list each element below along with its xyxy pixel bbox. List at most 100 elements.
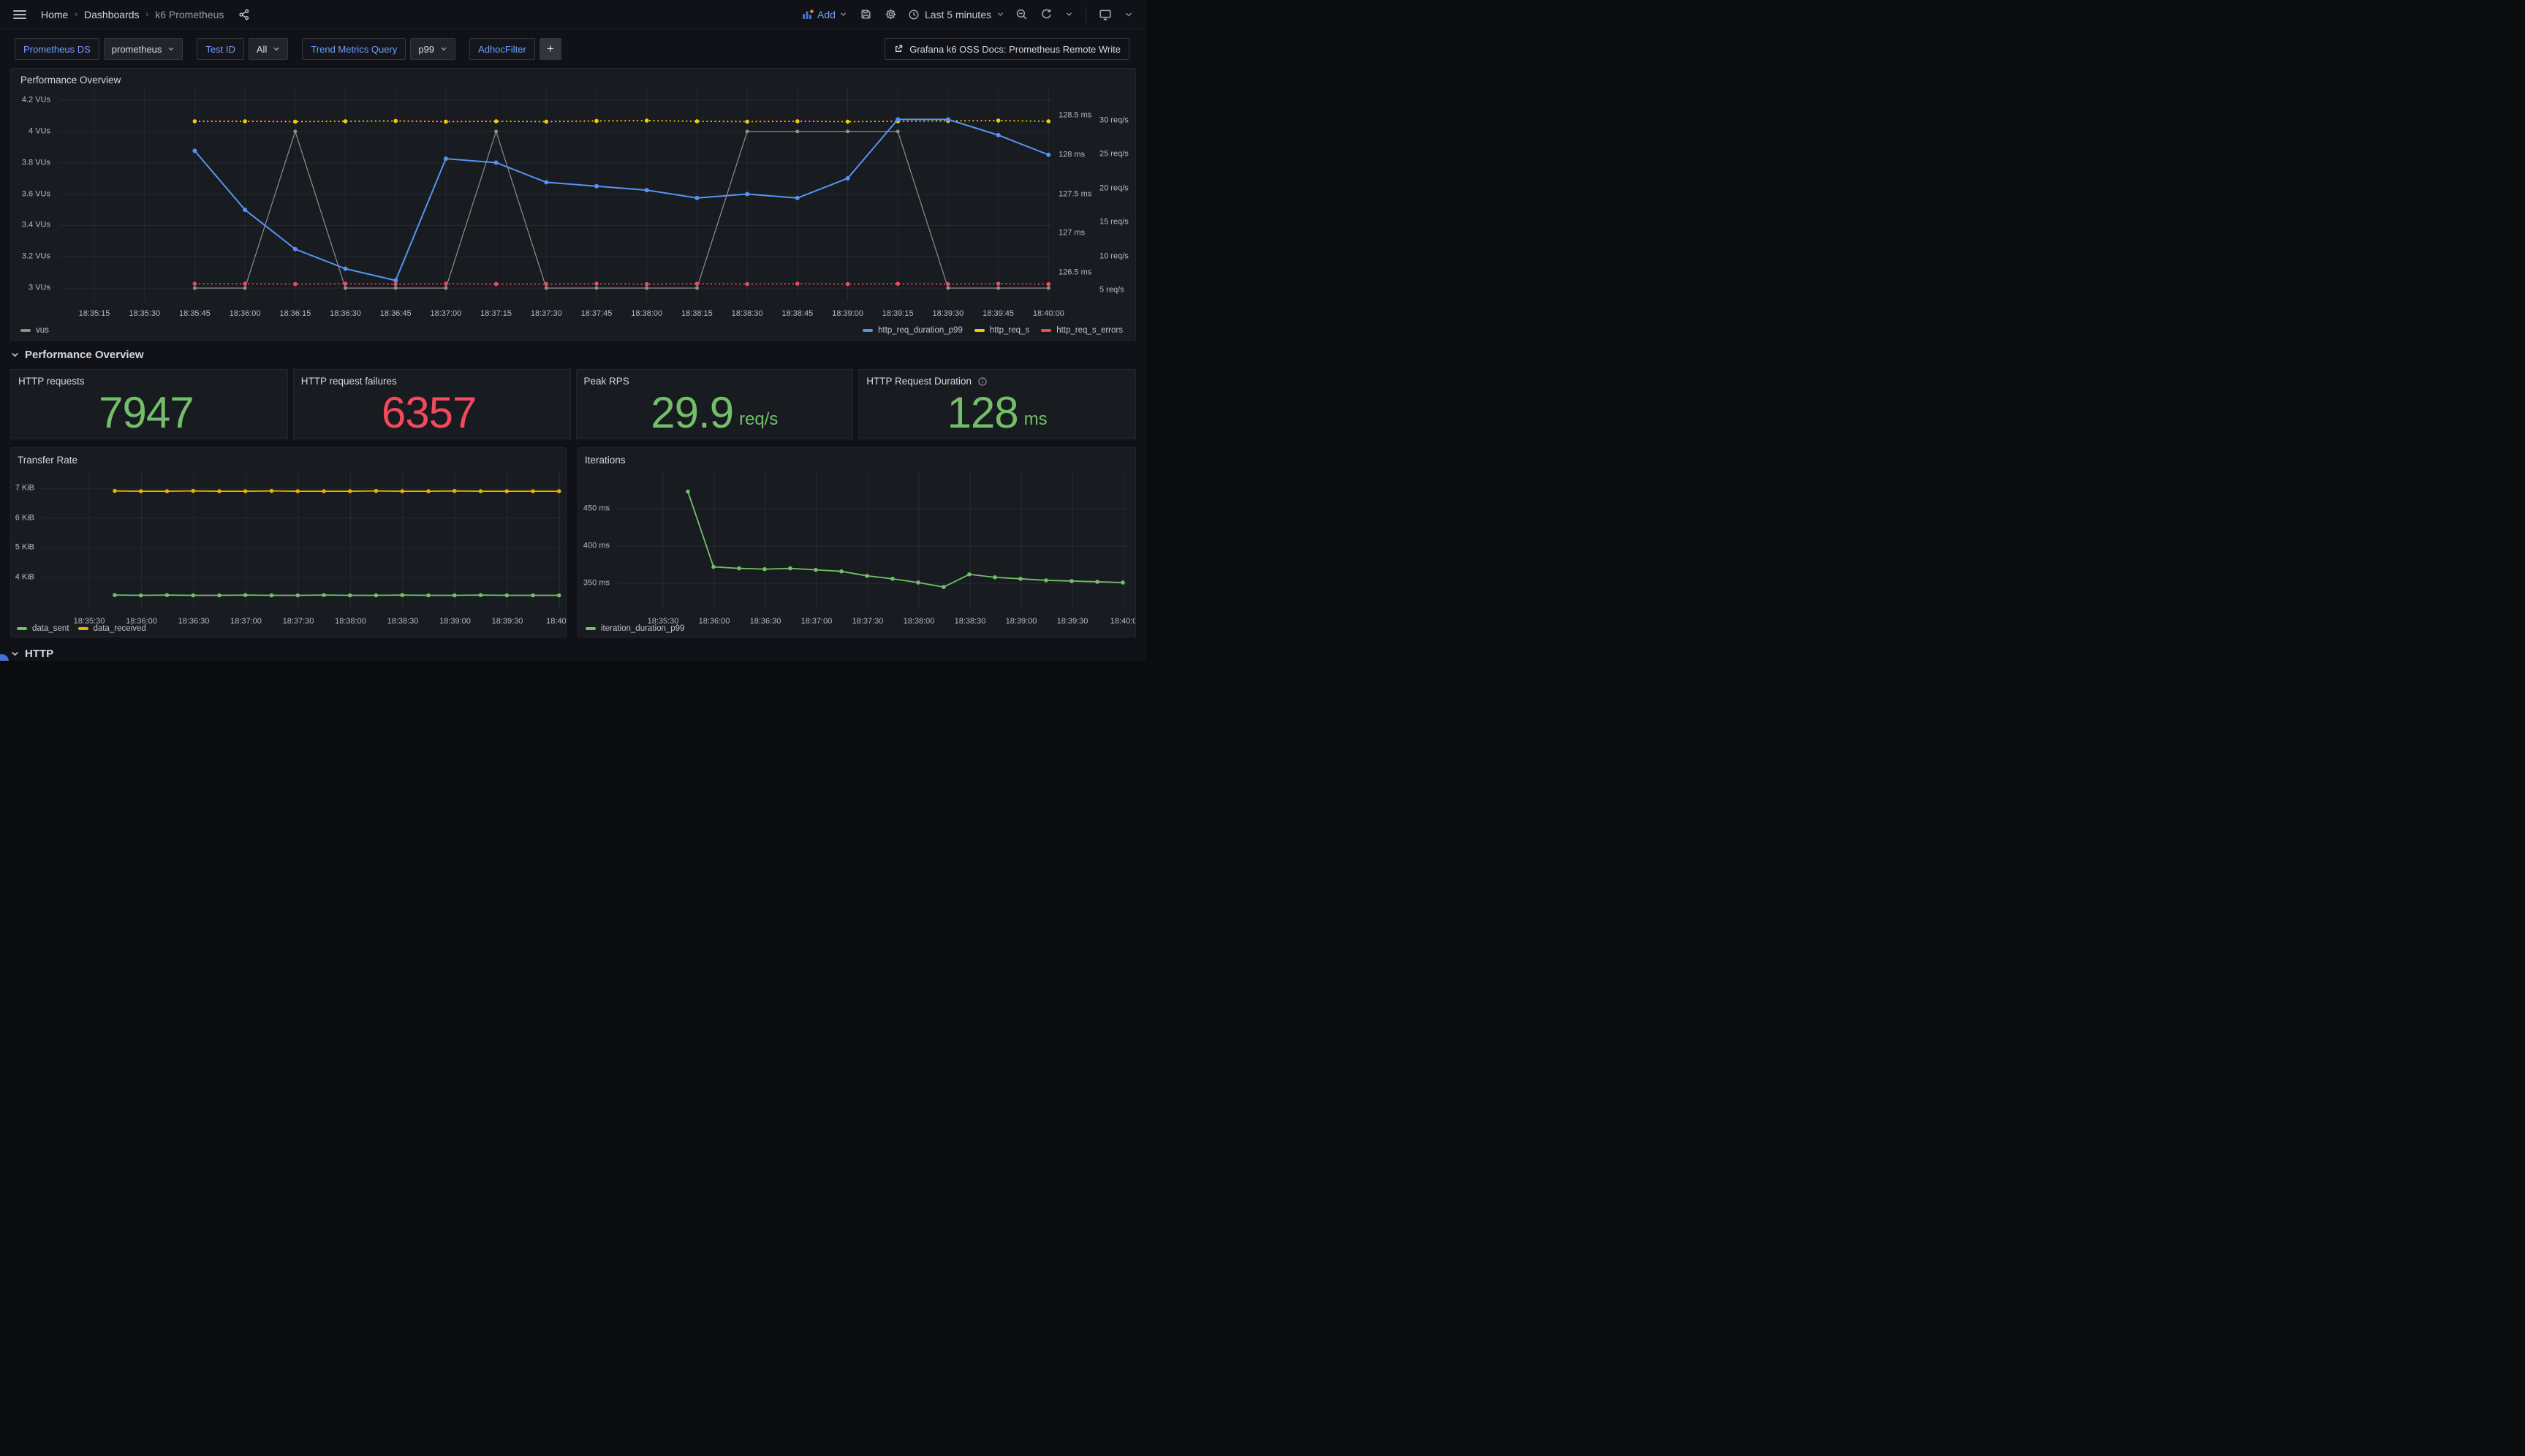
y-tick-label: 25 req/s [1099, 151, 1129, 159]
x-tick-label: 18:37:00 [230, 618, 262, 626]
y-tick-label: 3.2 VUs [22, 253, 50, 261]
stats-row: HTTP requests 7947 HTTP request failures… [10, 369, 1136, 439]
chart-canvas[interactable] [11, 448, 567, 637]
x-tick-label: 18:39:00 [1006, 618, 1037, 626]
variable-value-dropdown[interactable]: p99 [410, 38, 455, 60]
grafana-dashboard: Home › Dashboards › k6 Prometheus [0, 0, 1146, 661]
x-tick-label: 18:37:30 [852, 618, 884, 626]
legend-item-vus[interactable]: vus [20, 326, 49, 335]
timeseries-chart: 18:35:3018:36:0018:36:3018:37:0018:37:30… [578, 448, 1135, 637]
x-tick-label: 18:36:45 [380, 310, 412, 318]
x-tick-label: 18:38:15 [681, 310, 713, 318]
add-filter-button[interactable]: + [540, 38, 561, 60]
legend-item-data-received[interactable]: data_received [78, 624, 146, 633]
add-label: Add [817, 9, 836, 20]
menu-button[interactable] [10, 7, 29, 23]
legend-label: vus [36, 326, 49, 335]
y-tick-label: 7 KiB [15, 485, 34, 493]
tv-mode-button[interactable] [1096, 5, 1115, 24]
x-tick-label: 18:36:15 [279, 310, 311, 318]
x-tick-label: 18:37:30 [531, 310, 562, 318]
x-tick-label: 18:36:30 [330, 310, 361, 318]
save-dashboard-button[interactable] [857, 5, 875, 23]
adhoc-filter: AdhocFilter [469, 38, 535, 60]
x-tick-label: 18:38:30 [955, 618, 986, 626]
variable-value: p99 [418, 44, 434, 55]
breadcrumb-current[interactable]: k6 Prometheus [152, 7, 227, 22]
kiosk-mode-dropdown[interactable] [1121, 7, 1136, 22]
section-performance-overview[interactable]: Performance Overview [10, 349, 144, 361]
zoom-out-button[interactable] [1012, 5, 1031, 23]
menu-icon [13, 10, 26, 20]
breadcrumb-separator: › [74, 10, 78, 19]
variable-value-dropdown[interactable]: All [249, 38, 288, 60]
legend-label: data_received [94, 624, 146, 633]
legend-swatch [974, 329, 985, 332]
chevron-down-icon [273, 45, 280, 53]
refresh-icon [1040, 8, 1053, 20]
variable-test-id: Test ID All [197, 38, 288, 60]
variable-value-dropdown[interactable]: prometheus [104, 38, 183, 60]
x-tick-label: 18:39:00 [439, 618, 471, 626]
stat-title: Peak RPS [577, 370, 853, 387]
panel-title[interactable]: Transfer Rate [18, 455, 77, 466]
x-tick-label: 18:36:30 [178, 618, 210, 626]
legend-item-data-sent[interactable]: data_sent [17, 624, 69, 633]
share-alt-icon [238, 9, 250, 20]
legend-item-http-req-s-errors[interactable]: http_req_s_errors [1041, 326, 1123, 335]
legend-swatch [17, 627, 27, 630]
y-tick-label: 3.8 VUs [22, 159, 50, 167]
panel-performance-overview: Performance Overview 18:35:1518:35:3018:… [10, 68, 1136, 341]
legend-swatch [78, 627, 88, 630]
y-tick-label: 127 ms [1059, 230, 1085, 238]
breadcrumb-dashboards[interactable]: Dashboards [81, 7, 143, 22]
refresh-interval-dropdown[interactable] [1062, 7, 1076, 21]
time-range-picker[interactable]: Last 5 minutes [906, 6, 1006, 23]
docs-link-button[interactable]: Grafana k6 OSS Docs: Prometheus Remote W… [885, 38, 1129, 60]
stat-panel-peak-rps: Peak RPS 29.9req/s [576, 369, 854, 439]
y-tick-label: 4 VUs [29, 127, 50, 135]
x-tick-label: 18:38:00 [904, 618, 935, 626]
legend-item-iteration-duration-p99[interactable]: iteration_duration_p99 [586, 624, 684, 633]
panel-iterations: Iterations 18:35:3018:36:0018:36:3018:37… [578, 447, 1136, 637]
monitor-icon [1099, 8, 1112, 21]
legend-label: http_req_s [990, 326, 1029, 335]
add-button[interactable]: Add [799, 6, 850, 23]
refresh-button[interactable] [1037, 5, 1056, 23]
section-title: Performance Overview [25, 349, 144, 361]
stat-title: HTTP request failures [294, 370, 570, 387]
legend-item-http-req-duration-p99[interactable]: http_req_duration_p99 [863, 326, 963, 335]
chart-canvas[interactable] [578, 448, 1136, 637]
info-icon[interactable] [977, 376, 988, 387]
panel-title[interactable]: Performance Overview [20, 75, 121, 86]
chevron-down-icon [10, 350, 20, 360]
y-tick-label: 450 ms [583, 505, 610, 513]
chevron-down-icon [10, 649, 20, 659]
section-http[interactable]: HTTP [10, 648, 53, 660]
legend-item-http-req-s[interactable]: http_req_s [974, 326, 1029, 335]
y-tick-label: 15 req/s [1099, 219, 1129, 227]
variable-label: Trend Metrics Query [302, 38, 406, 60]
dashboard-settings-button[interactable] [882, 5, 900, 23]
section-title: HTTP [25, 648, 53, 660]
stat-panel-http-requests: HTTP requests 7947 [10, 369, 288, 439]
panel-title[interactable]: Iterations [585, 455, 626, 466]
x-tick-label: 18:38:00 [335, 618, 366, 626]
legend: http_req_duration_p99 http_req_s http_re… [863, 326, 1123, 335]
chart-canvas[interactable] [11, 69, 1136, 341]
share-button[interactable] [235, 6, 253, 23]
x-tick-label: 18:38:30 [387, 618, 419, 626]
x-tick-label: 18:37:00 [430, 310, 461, 318]
legend: data_sent data_received [17, 624, 146, 633]
stat-value: 7947 [11, 387, 287, 439]
chevron-down-icon [996, 10, 1004, 18]
y-tick-label: 127.5 ms [1059, 190, 1091, 198]
y-tick-label: 128 ms [1059, 151, 1085, 159]
stat-value: 6357 [294, 387, 570, 439]
timeseries-chart: 18:35:3018:36:0018:36:3018:37:0018:37:30… [11, 448, 566, 637]
clock-icon [908, 9, 920, 20]
breadcrumb-home[interactable]: Home [38, 7, 71, 22]
stat-title: HTTP Request Duration [859, 370, 1135, 387]
y-tick-label: 3.6 VUs [22, 190, 50, 198]
x-tick-label: 18:35:15 [79, 310, 110, 318]
